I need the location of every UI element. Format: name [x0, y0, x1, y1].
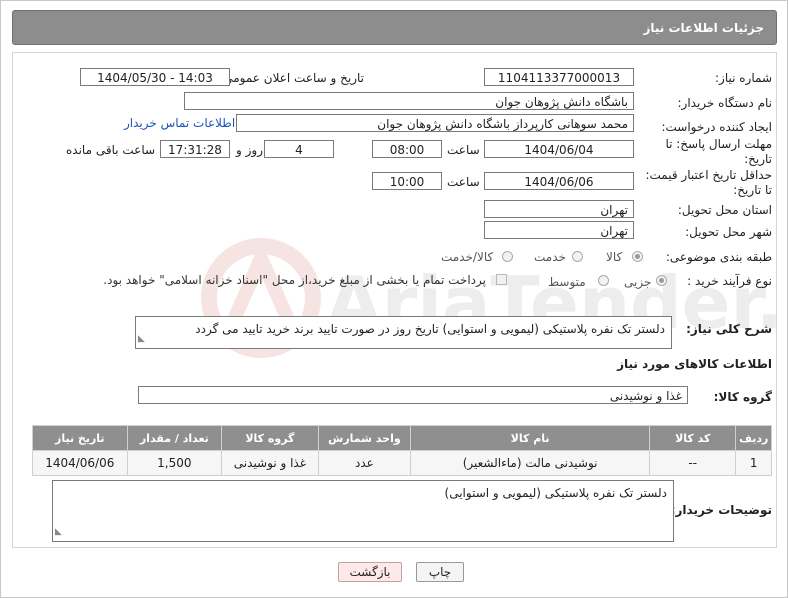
col-header-row-number: ردیف — [735, 425, 772, 451]
process-label: نوع فرآیند خرید : — [687, 274, 772, 288]
price-time-field: 10:00 — [372, 172, 442, 190]
panel-header: جزئیات اطلاعات نیاز — [12, 10, 777, 45]
buyer-notes-text: دلستر تک نفره پلاستیکی (لیمویی و استوایی… — [444, 486, 667, 500]
process-radio-medium[interactable] — [598, 275, 609, 286]
category-option-service: خدمت — [534, 250, 566, 264]
days-field: 4 — [264, 140, 334, 158]
city-label: شهر محل تحویل: — [685, 225, 772, 239]
reply-time-field: 08:00 — [372, 140, 442, 158]
category-radio-service[interactable] — [572, 251, 583, 262]
goods-info-title: اطلاعات کالاهای مورد نیاز — [617, 357, 772, 371]
announce-label: تاریخ و ساعت اعلان عمومی: — [219, 71, 364, 85]
resize-grip-icon: ◢ — [138, 334, 145, 344]
back-button[interactable]: بازگشت — [338, 562, 402, 582]
buyer-org-label: نام دستگاه خریدار: — [677, 96, 773, 110]
cell-group: غذا و نوشیدنی — [221, 450, 319, 476]
remaining-time-field: 17:31:28 — [160, 140, 230, 158]
province-label: استان محل تحویل: — [677, 203, 772, 217]
category-label: طبقه بندی موضوعی: — [665, 250, 772, 264]
buyer-notes-field: دلستر تک نفره پلاستیکی (لیمویی و استوایی… — [52, 480, 674, 542]
province-field: تهران — [484, 200, 634, 218]
cell-row-number: 1 — [735, 450, 772, 476]
table-header-row: ردیف کد کالا نام کالا واحد شمارش گروه کا… — [32, 425, 772, 451]
goods-table: ردیف کد کالا نام کالا واحد شمارش گروه کا… — [32, 425, 772, 476]
creator-label: ایجاد کننده درخواست: — [661, 120, 772, 134]
reply-time-label: ساعت — [447, 143, 480, 157]
process-radio-minor[interactable] — [656, 275, 667, 286]
cell-item-name: نوشیدنی مالت (ماءالشعیر) — [410, 450, 651, 476]
reply-date-field: 1404/06/04 — [484, 140, 634, 158]
city-field: تهران — [484, 221, 634, 239]
category-option-goods: کالا — [606, 250, 623, 264]
resize-grip-icon: ◢ — [55, 527, 62, 537]
cell-quantity: 1,500 — [126, 450, 223, 476]
buyer-notes-label: توضیحات خریدار: — [670, 503, 772, 517]
col-header-need-date: تاریخ نیاز — [32, 425, 128, 451]
buyer-org-field: باشگاه دانش پژوهان جوان — [184, 92, 634, 110]
price-time-label: ساعت — [447, 175, 480, 189]
price-date-field: 1404/06/06 — [484, 172, 634, 190]
process-option-minor: جزیی — [624, 275, 652, 289]
category-radio-goods[interactable] — [632, 251, 643, 262]
buyer-contact-link[interactable]: اطلاعات تماس خریدار — [124, 116, 235, 130]
remaining-label: ساعت باقی مانده — [66, 143, 156, 157]
cell-item-code: -- — [649, 450, 737, 476]
treasury-payment-checkbox[interactable] — [496, 274, 507, 285]
table-row: 1 -- نوشیدنی مالت (ماءالشعیر) عدد غذا و … — [32, 450, 772, 476]
description-text: دلستر تک نفره پلاستیکی (لیمویی و استوایی… — [195, 322, 665, 336]
goods-group-field: غذا و نوشیدنی — [138, 386, 688, 404]
days-label: روز و — [236, 143, 263, 157]
col-header-quantity: تعداد / مقدار — [126, 425, 223, 451]
cell-unit: عدد — [317, 450, 412, 476]
category-radio-goods-service[interactable] — [502, 251, 513, 262]
goods-group-label: گروه کالا: — [713, 390, 772, 404]
category-option-goods-service: کالا/خدمت — [441, 250, 494, 264]
print-button[interactable]: چاپ — [416, 562, 464, 582]
announce-field: 1404/05/30 - 14:03 — [80, 68, 230, 86]
col-header-item-name: نام کالا — [410, 425, 651, 451]
treasury-payment-note: پرداخت تمام یا بخشی از مبلغ خرید،از محل … — [103, 273, 486, 287]
description-field: دلستر تک نفره پلاستیکی (لیمویی و استوایی… — [135, 316, 672, 349]
panel-title: جزئیات اطلاعات نیاز — [643, 21, 764, 35]
description-label: شرح کلی نیاز: — [686, 322, 772, 336]
need-number-label: شماره نیاز: — [715, 71, 772, 85]
cell-need-date: 1404/06/06 — [32, 450, 128, 476]
process-option-medium: متوسط — [548, 275, 586, 289]
col-header-unit: واحد شمارش — [317, 425, 412, 451]
creator-field: محمد سوهانی کارپرداز باشگاه دانش پژوهان … — [236, 114, 634, 132]
need-number-field: 1104113377000013 — [484, 68, 634, 86]
price-deadline-label: حداقل تاریخ اعتبار قیمت: تا تاریخ: — [645, 168, 772, 197]
reply-deadline-label: مهلت ارسال پاسخ: تا تاریخ: — [665, 137, 772, 166]
col-header-item-code: کد کالا — [649, 425, 737, 451]
col-header-group: گروه کالا — [221, 425, 319, 451]
